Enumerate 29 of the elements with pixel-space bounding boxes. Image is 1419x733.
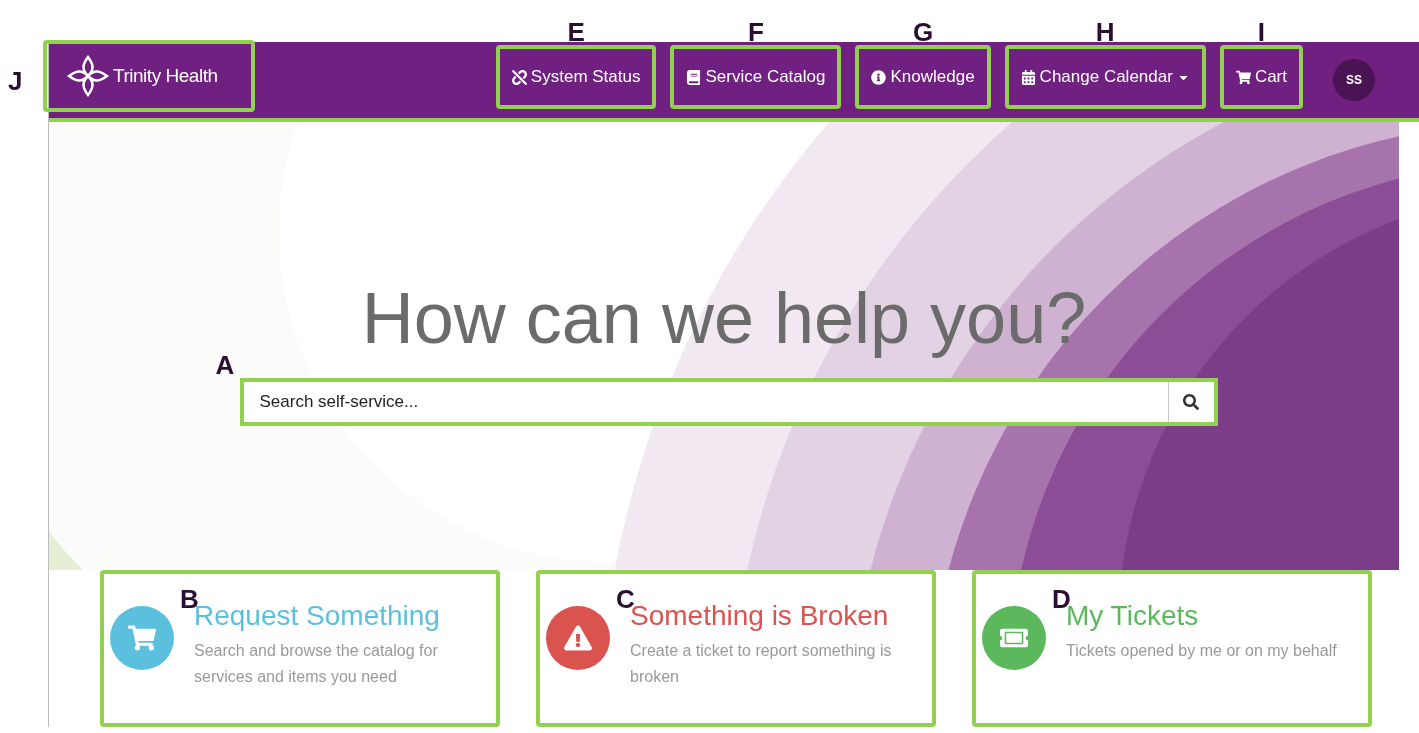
nav-link[interactable]: Change Calendar (1004, 45, 1206, 109)
search-bar[interactable]: Search self-service... (239, 378, 1218, 426)
annotation-letter: A (215, 352, 235, 378)
calendar-icon (1020, 69, 1036, 85)
nav-link[interactable]: Knowledge (855, 45, 991, 109)
user-avatar[interactable]: SS (1333, 59, 1375, 101)
warning-icon (564, 624, 592, 652)
book-icon (686, 69, 702, 85)
nav-link[interactable]: Cart (1219, 45, 1303, 109)
logo-link[interactable]: Trinity Health (43, 40, 255, 112)
nav-link[interactable]: System Status (495, 45, 657, 109)
annotation-letter: J (8, 68, 23, 94)
logo-text: Trinity Health (113, 63, 218, 88)
nav-link[interactable]: Service Catalog (670, 45, 842, 109)
annotation-letter: E (567, 19, 585, 45)
cross-logo-icon (67, 55, 109, 97)
annotation-letter: G (912, 19, 934, 45)
annotation-letter: I (1257, 19, 1266, 45)
search-icon (1183, 394, 1199, 410)
card-description: Tickets opened by me or on my behalf (1066, 641, 1337, 661)
annotation-letter: F (748, 19, 764, 45)
card-description: Search and browse the catalog for services and items you need (194, 641, 439, 687)
search-field[interactable]: Search self-service... (243, 382, 1168, 422)
cart-icon (128, 624, 156, 652)
card-description: Create a ticket to report something is broken (630, 641, 893, 687)
broken-link-icon (511, 69, 527, 85)
info-icon (871, 69, 887, 85)
cart-icon (1235, 69, 1251, 85)
annotation-letter: H (1095, 19, 1115, 45)
